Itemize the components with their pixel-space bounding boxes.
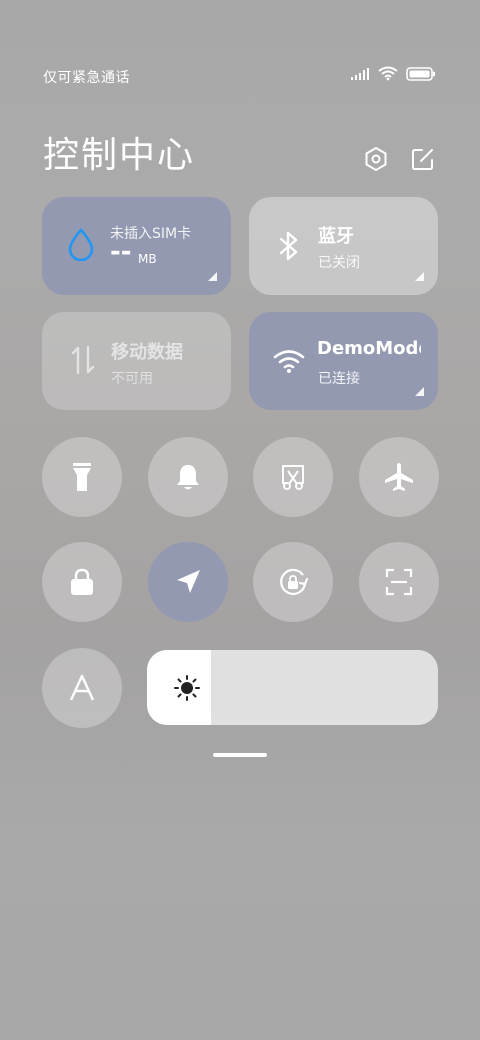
page-title: 控制中心 <box>43 135 196 176</box>
bluetooth-status: 已关闭 <box>318 255 360 271</box>
expand-corner-icon <box>415 272 424 281</box>
carrier-text: 仅可紧急通话 <box>43 70 130 86</box>
ringer-toggle[interactable] <box>148 437 228 517</box>
edit-icon <box>412 149 433 170</box>
flashlight-toggle[interactable] <box>42 437 122 517</box>
wifi-title: DemoMode <box>317 338 421 359</box>
brightness-slider[interactable] <box>147 650 438 725</box>
screenshot-icon <box>282 465 304 490</box>
expand-corner-icon <box>208 272 217 281</box>
wifi-icon <box>273 350 305 373</box>
settings-button[interactable] <box>361 144 391 174</box>
bluetooth-title: 蓝牙 <box>318 226 354 247</box>
status-bar: 仅可紧急通话 <box>0 0 480 110</box>
airplane-mode-toggle[interactable] <box>359 437 439 517</box>
drawer-handle[interactable] <box>213 753 267 757</box>
water-drop-icon <box>68 228 94 261</box>
font-size-toggle[interactable] <box>42 648 122 728</box>
data-usage-tile[interactable]: 未插入SIM卡 -- MB <box>42 197 231 295</box>
rotation-lock-toggle[interactable] <box>253 542 333 622</box>
bluetooth-tile[interactable]: 蓝牙 已关闭 <box>249 197 438 295</box>
airplane-icon <box>385 463 413 491</box>
bluetooth-icon <box>279 231 298 261</box>
mobile-data-title: 移动数据 <box>111 342 183 363</box>
scan-icon <box>385 568 413 596</box>
scan-toggle[interactable] <box>359 542 439 622</box>
expand-corner-icon <box>415 387 424 396</box>
battery-icon <box>406 66 435 81</box>
font-size-icon <box>69 674 95 701</box>
wifi-status: 已连接 <box>318 371 360 387</box>
data-usage-unit: MB <box>138 252 157 266</box>
mobile-data-status: 不可用 <box>111 371 153 387</box>
lock-screen-toggle[interactable] <box>42 542 122 622</box>
location-toggle[interactable] <box>148 542 228 622</box>
sun-icon <box>174 675 200 701</box>
mobile-data-tile[interactable]: 移动数据 不可用 <box>42 312 231 410</box>
data-arrows-icon <box>71 345 95 375</box>
signal-icon <box>351 67 369 80</box>
lock-icon <box>71 568 93 595</box>
wifi-tile[interactable]: DemoMode 已连接 <box>249 312 438 410</box>
settings-icon <box>365 147 387 171</box>
data-usage-value: -- <box>110 237 132 267</box>
status-icons <box>350 66 436 81</box>
location-icon <box>177 570 200 593</box>
screenshot-toggle[interactable] <box>253 437 333 517</box>
edit-button[interactable] <box>408 144 438 174</box>
rotation-lock-icon <box>280 568 309 595</box>
flashlight-icon <box>73 463 91 491</box>
wifi-icon <box>378 66 398 81</box>
bell-icon <box>177 465 199 490</box>
